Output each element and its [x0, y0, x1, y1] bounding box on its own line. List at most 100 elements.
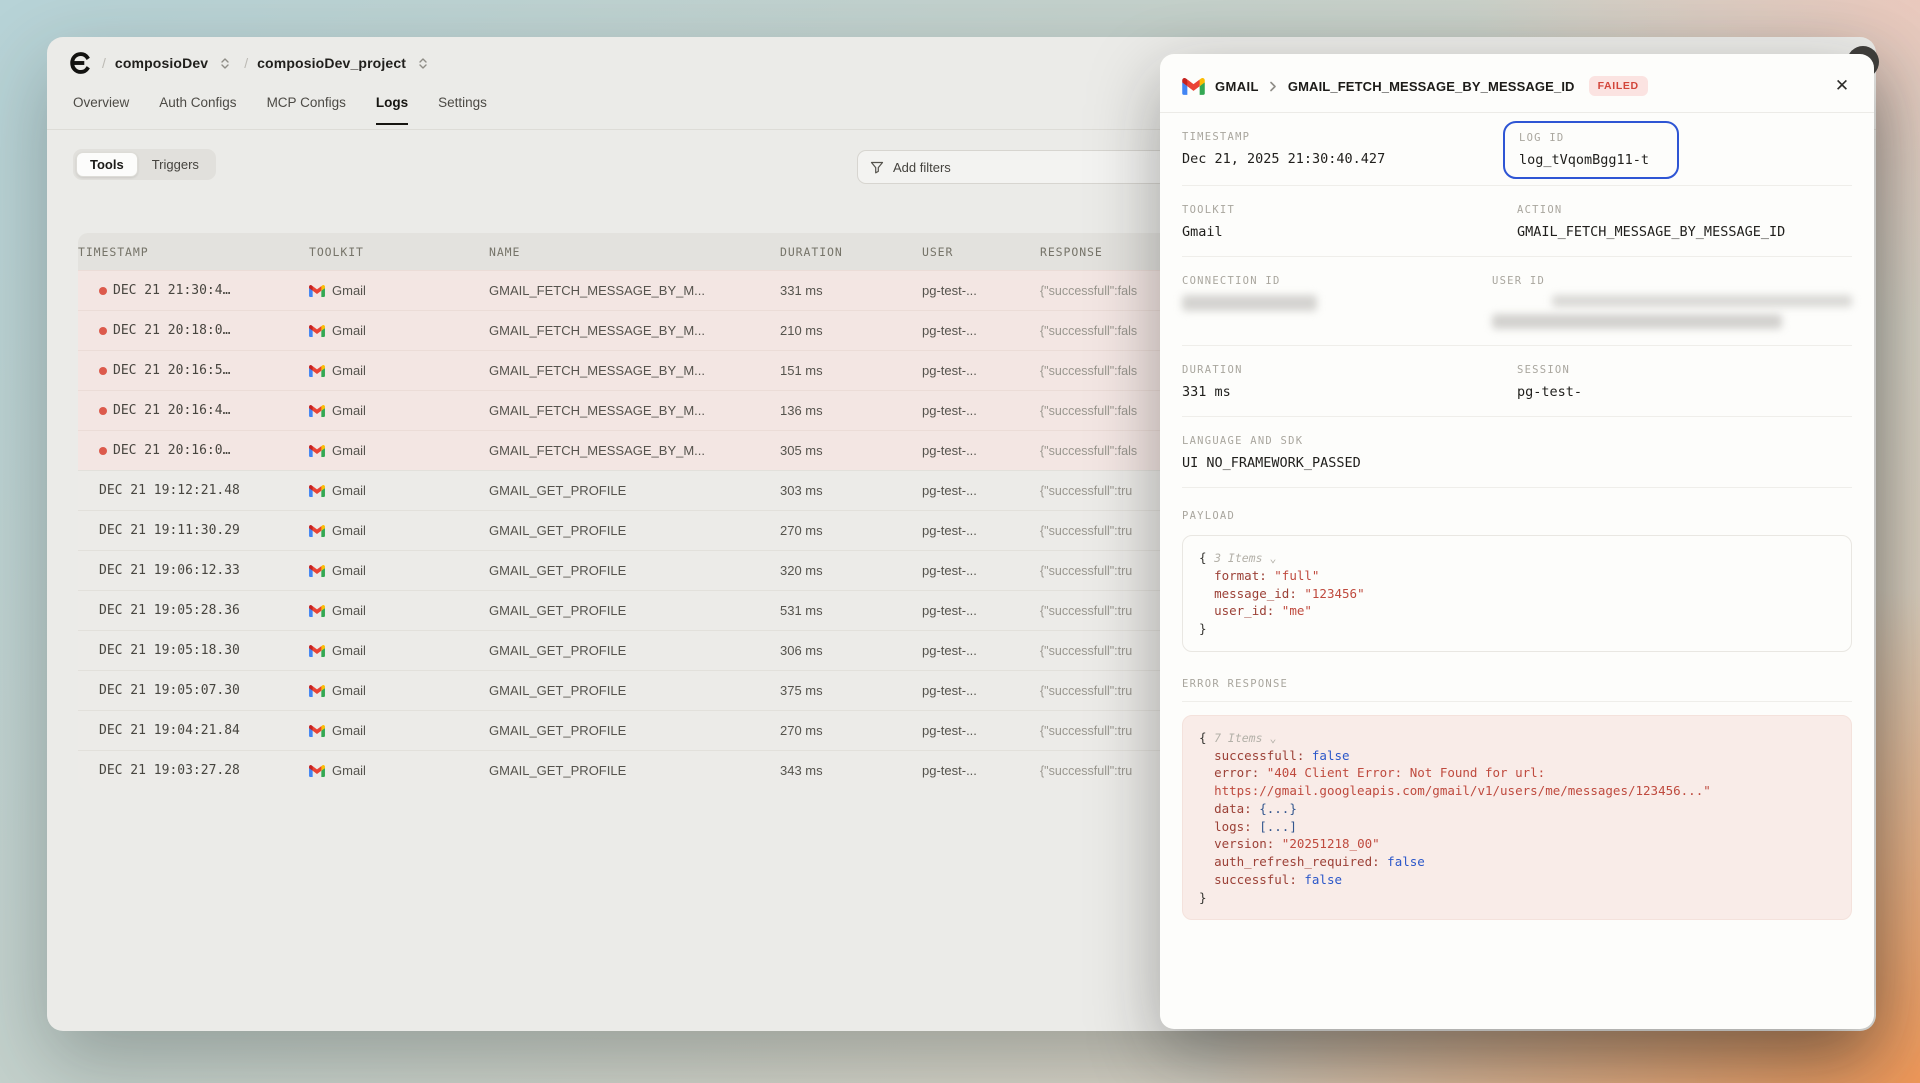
row-timestamp-cell: DEC 21 19:05:18.30	[78, 643, 309, 658]
gmail-icon	[309, 325, 325, 337]
row-timestamp-cell: DEC 21 20:16:4…	[78, 403, 309, 418]
code-line: { 3 Items ⌄	[1199, 549, 1835, 567]
field-label: TIMESTAMP	[1182, 131, 1517, 143]
toolkit-label: Gmail	[332, 603, 366, 618]
code-token: [...]	[1252, 819, 1297, 834]
code-line: message_id: "123456"	[1199, 585, 1835, 603]
tab[interactable]: Logs	[376, 95, 408, 125]
toolkit-label: Gmail	[332, 683, 366, 698]
code-token: format:	[1199, 568, 1267, 583]
row-user: pg-test-...	[922, 403, 1040, 418]
column-header: TIMESTAMP	[78, 245, 309, 259]
row-timestamp: DEC 21 19:03:27.28	[99, 763, 240, 778]
section-divider	[1182, 701, 1852, 702]
row-timestamp: DEC 21 19:12:21.48	[99, 483, 240, 498]
code-token: "404 Client Error: Not Found for url:	[1259, 765, 1545, 780]
field-session: SESSION pg-test-	[1517, 364, 1852, 400]
tab[interactable]: Settings	[438, 95, 487, 125]
row-toolkit-cell: Gmail	[309, 683, 489, 698]
gmail-icon	[309, 645, 325, 657]
code-line: error: "404 Client Error: Not Found for …	[1199, 764, 1835, 782]
items-collapse-toggle[interactable]: 7 Items ⌄	[1214, 731, 1276, 745]
field-value: 331 ms	[1182, 384, 1517, 400]
error-code-box: { 7 Items ⌄ successfull: false error: "4…	[1182, 715, 1852, 921]
column-header: USER	[922, 245, 1040, 259]
items-collapse-toggle[interactable]: 3 Items ⌄	[1214, 551, 1276, 565]
field-row: TIMESTAMP Dec 21, 2025 21:30:40.427 LOG …	[1182, 113, 1852, 186]
failed-status-dot	[99, 327, 107, 335]
row-timestamp-cell: DEC 21 19:03:27.28	[78, 763, 309, 778]
toolkit-label: Gmail	[332, 483, 366, 498]
field-duration: DURATION 331 ms	[1182, 364, 1517, 400]
row-toolkit-cell: Gmail	[309, 403, 489, 418]
gmail-icon	[309, 725, 325, 737]
breadcrumb-org[interactable]: composioDev	[115, 55, 208, 71]
modal-toolkit-title: GMAIL	[1215, 79, 1259, 94]
row-name: GMAIL_GET_PROFILE	[489, 523, 780, 538]
breadcrumb-separator: /	[102, 55, 106, 71]
failed-status-dot	[99, 287, 107, 295]
row-timestamp-cell: DEC 21 19:05:07.30	[78, 683, 309, 698]
row-user: pg-test-...	[922, 443, 1040, 458]
row-user: pg-test-...	[922, 563, 1040, 578]
row-duration: 303 ms	[780, 483, 922, 498]
code-token: data:	[1199, 801, 1252, 816]
row-toolkit-cell: Gmail	[309, 723, 489, 738]
row-toolkit-cell: Gmail	[309, 363, 489, 378]
row-timestamp-cell: DEC 21 19:06:12.33	[78, 563, 309, 578]
field-label: USER ID	[1492, 275, 1852, 287]
code-line: format: "full"	[1199, 567, 1835, 585]
row-duration: 531 ms	[780, 603, 922, 618]
row-user: pg-test-...	[922, 483, 1040, 498]
toolkit-label: Gmail	[332, 523, 366, 538]
gmail-icon	[309, 365, 325, 377]
breadcrumb-separator: /	[244, 55, 248, 71]
row-timestamp: DEC 21 19:05:07.30	[99, 683, 240, 698]
gmail-icon	[309, 405, 325, 417]
code-token: "full"	[1267, 568, 1320, 583]
toolkit-label: Gmail	[332, 643, 366, 658]
close-icon[interactable]: ✕	[1828, 72, 1856, 100]
row-duration: 375 ms	[780, 683, 922, 698]
tab[interactable]: MCP Configs	[267, 95, 346, 125]
row-timestamp: DEC 21 20:18:0…	[113, 323, 230, 338]
code-token: https://gmail.googleapis.com/gmail/v1/us…	[1199, 783, 1711, 798]
row-timestamp: DEC 21 19:04:21.84	[99, 723, 240, 738]
redacted-user-id	[1552, 295, 1852, 307]
field-value: GMAIL_FETCH_MESSAGE_BY_MESSAGE_ID	[1517, 224, 1852, 240]
status-badge: FAILED	[1589, 76, 1648, 96]
toolkit-label: Gmail	[332, 763, 366, 778]
field-row: LANGUAGE AND SDK UI NO_FRAMEWORK_PASSED	[1182, 417, 1852, 488]
row-toolkit-cell: Gmail	[309, 563, 489, 578]
code-token: }	[1199, 890, 1207, 905]
code-token: false	[1304, 748, 1349, 763]
row-user: pg-test-...	[922, 763, 1040, 778]
triggers-button[interactable]: Triggers	[138, 152, 213, 177]
row-timestamp: DEC 21 20:16:4…	[113, 403, 230, 418]
breadcrumb-project[interactable]: composioDev_project	[257, 55, 406, 71]
tools-button[interactable]: Tools	[76, 152, 138, 177]
row-name: GMAIL_GET_PROFILE	[489, 683, 780, 698]
tab[interactable]: Auth Configs	[159, 95, 236, 125]
row-toolkit-cell: Gmail	[309, 523, 489, 538]
tab[interactable]: Overview	[73, 95, 129, 125]
row-duration: 270 ms	[780, 723, 922, 738]
org-switcher-icon[interactable]	[219, 57, 231, 70]
code-token: false	[1380, 854, 1425, 869]
toolkit-label: Gmail	[332, 563, 366, 578]
project-switcher-icon[interactable]	[417, 57, 429, 70]
field-value: Dec 21, 2025 21:30:40.427	[1182, 151, 1517, 167]
breadcrumb: / composioDev / composioDev_project	[67, 50, 433, 76]
row-duration: 270 ms	[780, 523, 922, 538]
row-name: GMAIL_GET_PROFILE	[489, 763, 780, 778]
code-token: auth_refresh_required:	[1199, 854, 1380, 869]
row-name: GMAIL_GET_PROFILE	[489, 603, 780, 618]
add-filters-label: Add filters	[893, 160, 951, 175]
row-timestamp-cell: DEC 21 20:18:0…	[78, 323, 309, 338]
toolkit-label: Gmail	[332, 403, 366, 418]
row-toolkit-cell: Gmail	[309, 323, 489, 338]
row-name: GMAIL_FETCH_MESSAGE_BY_M...	[489, 363, 780, 378]
row-duration: 151 ms	[780, 363, 922, 378]
field-row: DURATION 331 ms SESSION pg-test-	[1182, 346, 1852, 417]
modal-action-title: GMAIL_FETCH_MESSAGE_BY_MESSAGE_ID	[1288, 79, 1575, 94]
